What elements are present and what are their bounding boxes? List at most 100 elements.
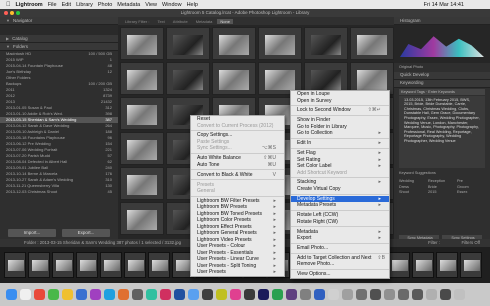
dock-app-icon[interactable] bbox=[370, 289, 381, 300]
menu-view[interactable]: View bbox=[145, 2, 157, 8]
histogram-header[interactable]: Histogram bbox=[394, 17, 490, 25]
dock-app-icon[interactable] bbox=[6, 289, 17, 300]
menu-item[interactable]: Export ▸ bbox=[291, 235, 389, 242]
menu-library[interactable]: Library bbox=[76, 2, 93, 8]
photo-thumbnail[interactable] bbox=[120, 202, 164, 235]
dock-app-icon[interactable] bbox=[132, 289, 143, 300]
dock-app-icon[interactable] bbox=[202, 289, 213, 300]
dock-app-icon[interactable] bbox=[48, 289, 59, 300]
dock-app-icon[interactable] bbox=[300, 289, 311, 300]
photo-thumbnail[interactable] bbox=[120, 167, 164, 200]
filmstrip-thumbnail[interactable] bbox=[76, 252, 98, 278]
navigator-preview[interactable] bbox=[0, 25, 118, 35]
menu-edit[interactable]: Edit bbox=[62, 2, 71, 8]
menu-item[interactable]: Convert to Black & White V bbox=[191, 172, 284, 179]
filter-tab-metadata[interactable]: Metadata bbox=[193, 19, 216, 24]
filmstrip-thumbnail[interactable] bbox=[100, 252, 122, 278]
zoom-icon[interactable] bbox=[16, 11, 20, 15]
dock-app-icon[interactable] bbox=[454, 289, 465, 300]
dock-app-icon[interactable] bbox=[398, 289, 409, 300]
export-button[interactable]: Export... bbox=[62, 229, 110, 237]
dock-app-icon[interactable] bbox=[272, 289, 283, 300]
dock-app-icon[interactable] bbox=[244, 289, 255, 300]
menu-item[interactable]: View Options... bbox=[291, 271, 389, 278]
filter-tab-text[interactable]: Text bbox=[154, 19, 167, 24]
menu-help[interactable]: Help bbox=[187, 2, 198, 8]
menu-metadata[interactable]: Metadata bbox=[117, 2, 140, 8]
menu-item[interactable]: Create Virtual Copy bbox=[291, 186, 389, 193]
dock-app-icon[interactable] bbox=[342, 289, 353, 300]
filter-select[interactable]: Filters Off bbox=[461, 239, 480, 247]
photo-thumbnail[interactable] bbox=[304, 27, 348, 60]
menu-file[interactable]: File bbox=[48, 2, 57, 8]
keyword-suggestion[interactable]: Dress bbox=[399, 185, 427, 190]
dock-app-icon[interactable] bbox=[174, 289, 185, 300]
filter-tab-attribute[interactable]: Attribute bbox=[170, 19, 191, 24]
menu-photo[interactable]: Photo bbox=[98, 2, 112, 8]
folder-item[interactable]: 2013-12-03 Christmas Shoot 45 bbox=[0, 189, 118, 195]
folders-header[interactable]: ▼ Folders bbox=[0, 43, 118, 51]
menu-item[interactable]: Lock to Second Window ⇧⌘↵ bbox=[291, 107, 389, 114]
keyword-suggestion[interactable]: Bride bbox=[428, 185, 456, 190]
photo-thumbnail[interactable] bbox=[120, 97, 164, 130]
menu-item[interactable]: Auto Tone ⌘U bbox=[191, 162, 284, 169]
menu-item[interactable]: Remove Photo... bbox=[291, 261, 389, 268]
dock-app-icon[interactable] bbox=[188, 289, 199, 300]
menu-item[interactable]: User Presets ▸ bbox=[191, 269, 284, 276]
dock-app-icon[interactable] bbox=[34, 289, 45, 300]
menu-app[interactable]: Lightroom bbox=[16, 2, 43, 8]
photo-thumbnail[interactable] bbox=[212, 62, 256, 95]
dock-app-icon[interactable] bbox=[440, 289, 451, 300]
photo-thumbnail[interactable] bbox=[258, 27, 302, 60]
photo-thumbnail[interactable] bbox=[212, 27, 256, 60]
filmstrip-thumbnail[interactable] bbox=[28, 252, 50, 278]
apple-icon[interactable]:  bbox=[6, 2, 11, 8]
filmstrip-thumbnail[interactable] bbox=[148, 252, 170, 278]
keyword-tags-select[interactable]: Keyword Tags · Enter Keywords bbox=[399, 88, 485, 95]
dock-app-icon[interactable] bbox=[328, 289, 339, 300]
clock[interactable]: Fri 14 Mar 14:41 bbox=[424, 2, 464, 8]
filmstrip-thumbnail[interactable] bbox=[124, 252, 146, 278]
filter-tab-none[interactable]: None bbox=[217, 18, 233, 24]
dock-app-icon[interactable] bbox=[20, 289, 31, 300]
menu-item[interactable]: Open in Survey bbox=[291, 98, 389, 105]
dock-app-icon[interactable] bbox=[76, 289, 87, 300]
menu-item[interactable]: Email Photo... bbox=[291, 245, 389, 252]
filmstrip-thumbnail[interactable] bbox=[460, 252, 482, 278]
dock-app-icon[interactable] bbox=[62, 289, 73, 300]
photo-thumbnail[interactable] bbox=[166, 27, 210, 60]
dock-app-icon[interactable] bbox=[384, 289, 395, 300]
menu-item[interactable]: Metadata Presets ▸ bbox=[291, 202, 389, 209]
keyword-suggestion[interactable]: Shoot bbox=[399, 190, 427, 195]
dock-app-icon[interactable] bbox=[216, 289, 227, 300]
keyword-suggestion[interactable]: Wedding bbox=[399, 179, 427, 184]
dock-app-icon[interactable] bbox=[230, 289, 241, 300]
photo-thumbnail[interactable] bbox=[120, 132, 164, 165]
menu-item[interactable]: Edit In ▸ bbox=[291, 140, 389, 147]
minimize-icon[interactable] bbox=[10, 11, 14, 15]
menu-item[interactable]: Rotate Right (CW) bbox=[291, 219, 389, 226]
dock-app-icon[interactable] bbox=[286, 289, 297, 300]
navigator-header[interactable]: ▼ Navigator bbox=[0, 17, 118, 25]
dock-app-icon[interactable] bbox=[104, 289, 115, 300]
dock-app-icon[interactable] bbox=[258, 289, 269, 300]
filmstrip-thumbnail[interactable] bbox=[388, 252, 410, 278]
filmstrip-thumbnail[interactable] bbox=[52, 252, 74, 278]
menu-item[interactable]: Go to Collection ▸ bbox=[291, 130, 389, 137]
photo-thumbnail[interactable] bbox=[350, 27, 394, 60]
dock-app-icon[interactable] bbox=[118, 289, 129, 300]
dock-app-icon[interactable] bbox=[314, 289, 325, 300]
keyword-suggestion[interactable]: 2015 bbox=[428, 190, 456, 195]
close-icon[interactable] bbox=[4, 11, 8, 15]
filmstrip-thumbnail[interactable] bbox=[4, 252, 26, 278]
keyword-suggestion[interactable]: Pre bbox=[457, 179, 485, 184]
dock-app-icon[interactable] bbox=[412, 289, 423, 300]
import-button[interactable]: Import... bbox=[8, 229, 56, 237]
photo-thumbnail[interactable] bbox=[120, 27, 164, 60]
keywording-header[interactable]: Keywording bbox=[394, 79, 490, 88]
filmstrip-thumbnail[interactable] bbox=[412, 252, 434, 278]
dock-app-icon[interactable] bbox=[356, 289, 367, 300]
keyword-suggestion[interactable]: Reception bbox=[428, 179, 456, 184]
filmstrip-source[interactable]: Folder : 2013-03-15 Sheridan & Sam's Wed… bbox=[24, 240, 181, 245]
keyword-suggestion[interactable]: Groom bbox=[457, 185, 485, 190]
